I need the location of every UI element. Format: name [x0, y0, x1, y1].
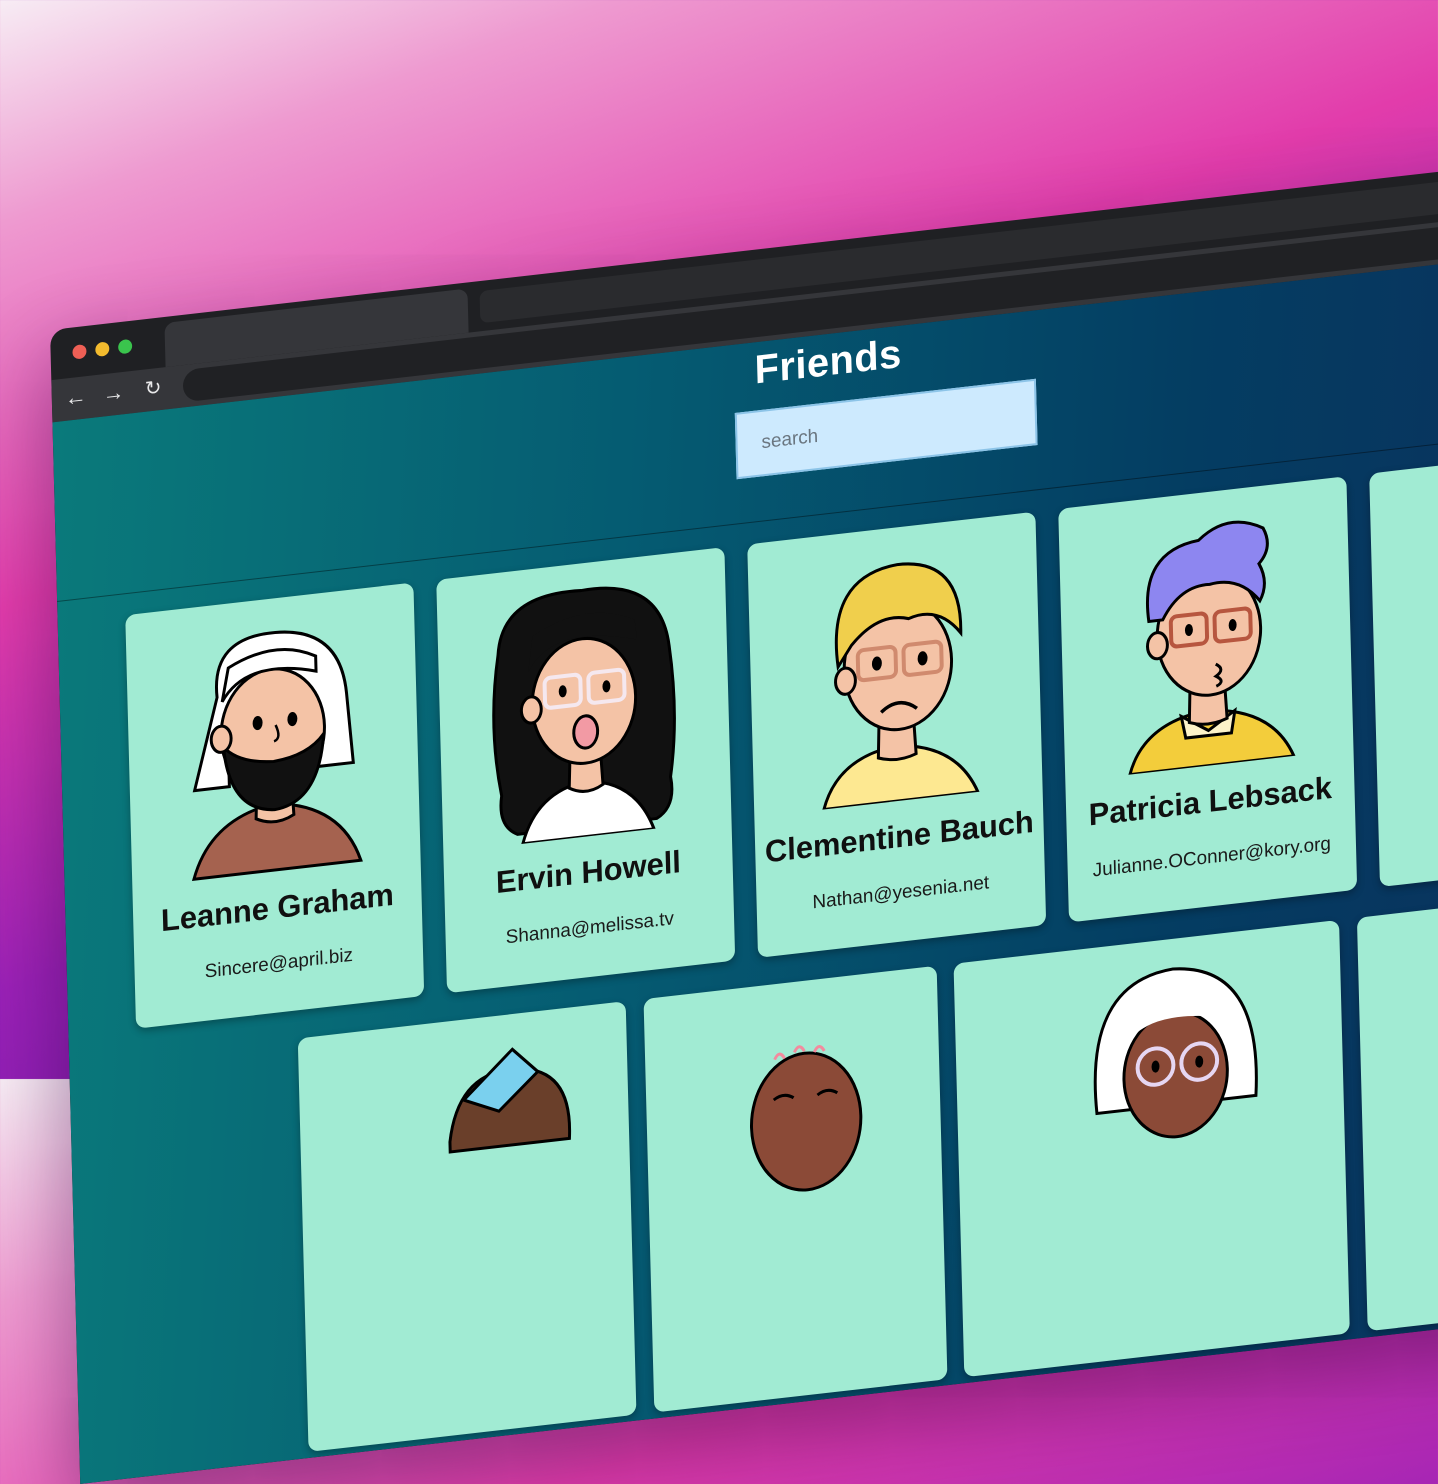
friend-card[interactable]: [643, 965, 948, 1413]
window-controls: [72, 338, 133, 360]
avatar-blue-hair: [448, 1047, 572, 1154]
friend-card[interactable]: Ervin Howell Shanna@melissa.tv: [436, 547, 736, 994]
friend-card[interactable]: [297, 1001, 637, 1452]
back-arrow-icon[interactable]: ←: [61, 382, 90, 413]
close-window-button[interactable]: [72, 343, 87, 360]
friend-card[interactable]: [953, 919, 1350, 1378]
friend-email: Shanna@melissa.tv: [505, 908, 675, 949]
minimize-window-button[interactable]: [95, 341, 110, 358]
friend-name: Ervin Howell: [495, 843, 682, 901]
search-input[interactable]: [734, 378, 1038, 480]
reload-icon[interactable]: ↻: [139, 373, 168, 404]
friend-card[interactable]: [1356, 885, 1438, 1332]
maximize-window-button[interactable]: [118, 338, 133, 355]
friend-card[interactable]: Leanne Graham Sincere@april.biz: [125, 582, 425, 1029]
avatar-purple-hair-glasses: [1127, 520, 1297, 777]
friend-email: Nathan@yesenia.net: [812, 872, 990, 914]
friend-card[interactable]: [1369, 440, 1438, 888]
friend-name: Patricia Lebsack: [1088, 769, 1333, 833]
avatar-black-hair-glasses: [492, 586, 676, 846]
friend-name: Leanne Graham: [160, 876, 395, 939]
friend-card[interactable]: Clementine Bauch Nathan@yesenia.net: [747, 511, 1047, 958]
friend-email: Sincere@april.biz: [204, 944, 354, 983]
page-viewport: Friends Leanne Graham Sin: [52, 245, 1438, 1484]
avatar-yellow-hair-sad: [821, 562, 981, 812]
scene: ← → ↻ Friends search Leanne Graham Since…: [50, 153, 1438, 1484]
friend-name: Clementine Bauch: [764, 803, 1035, 870]
forward-arrow-icon[interactable]: →: [99, 378, 128, 409]
friend-card[interactable]: Patricia Lebsack Julianne.OConner@kory.o…: [1058, 476, 1358, 923]
avatar-white-hair-beard: [191, 630, 363, 881]
browser-window: ← → ↻ Friends search Leanne Graham Since…: [50, 153, 1438, 1484]
avatar-dark-skin: [750, 1045, 863, 1192]
avatar-white-hair-glasses: [1093, 967, 1258, 1139]
friend-email: Julianne.OConner@kory.org: [1092, 833, 1332, 882]
